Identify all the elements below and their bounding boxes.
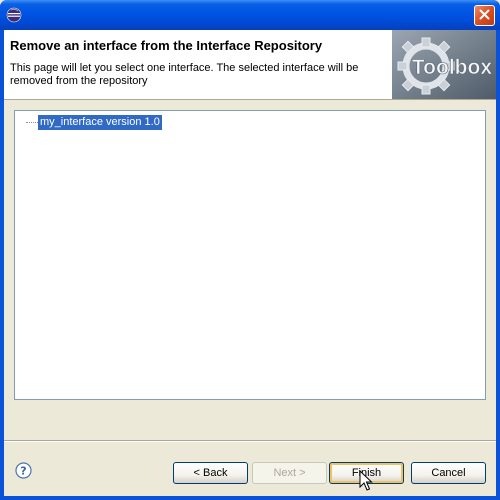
title-bar[interactable]	[0, 0, 500, 30]
page-description: This page will let you select one interf…	[10, 62, 359, 87]
close-button[interactable]	[474, 5, 495, 26]
tree-connector-line	[26, 122, 38, 123]
dialog-window: Remove an interface from the Interface R…	[0, 0, 500, 500]
svg-text:?: ?	[20, 465, 26, 478]
back-button[interactable]: < Back	[173, 462, 248, 484]
cancel-button[interactable]: Cancel	[411, 462, 486, 484]
toolbox-logo: Toolbox	[392, 30, 496, 99]
footer-separator	[4, 440, 496, 442]
help-icon[interactable]: ?	[15, 462, 32, 479]
eclipse-icon	[6, 7, 22, 23]
tree-item-my-interface[interactable]: my_interface version 1.0	[38, 115, 162, 130]
logo-text: Toolbox	[412, 56, 492, 79]
interface-tree[interactable]: my_interface version 1.0	[14, 110, 486, 400]
page-title: Remove an interface from the Interface R…	[10, 38, 323, 53]
finish-button[interactable]: Finish	[329, 462, 404, 484]
wizard-banner: Remove an interface from the Interface R…	[4, 30, 496, 100]
dialog-body: Remove an interface from the Interface R…	[4, 30, 496, 496]
close-icon	[479, 9, 490, 23]
next-button[interactable]: Next >	[252, 462, 327, 484]
